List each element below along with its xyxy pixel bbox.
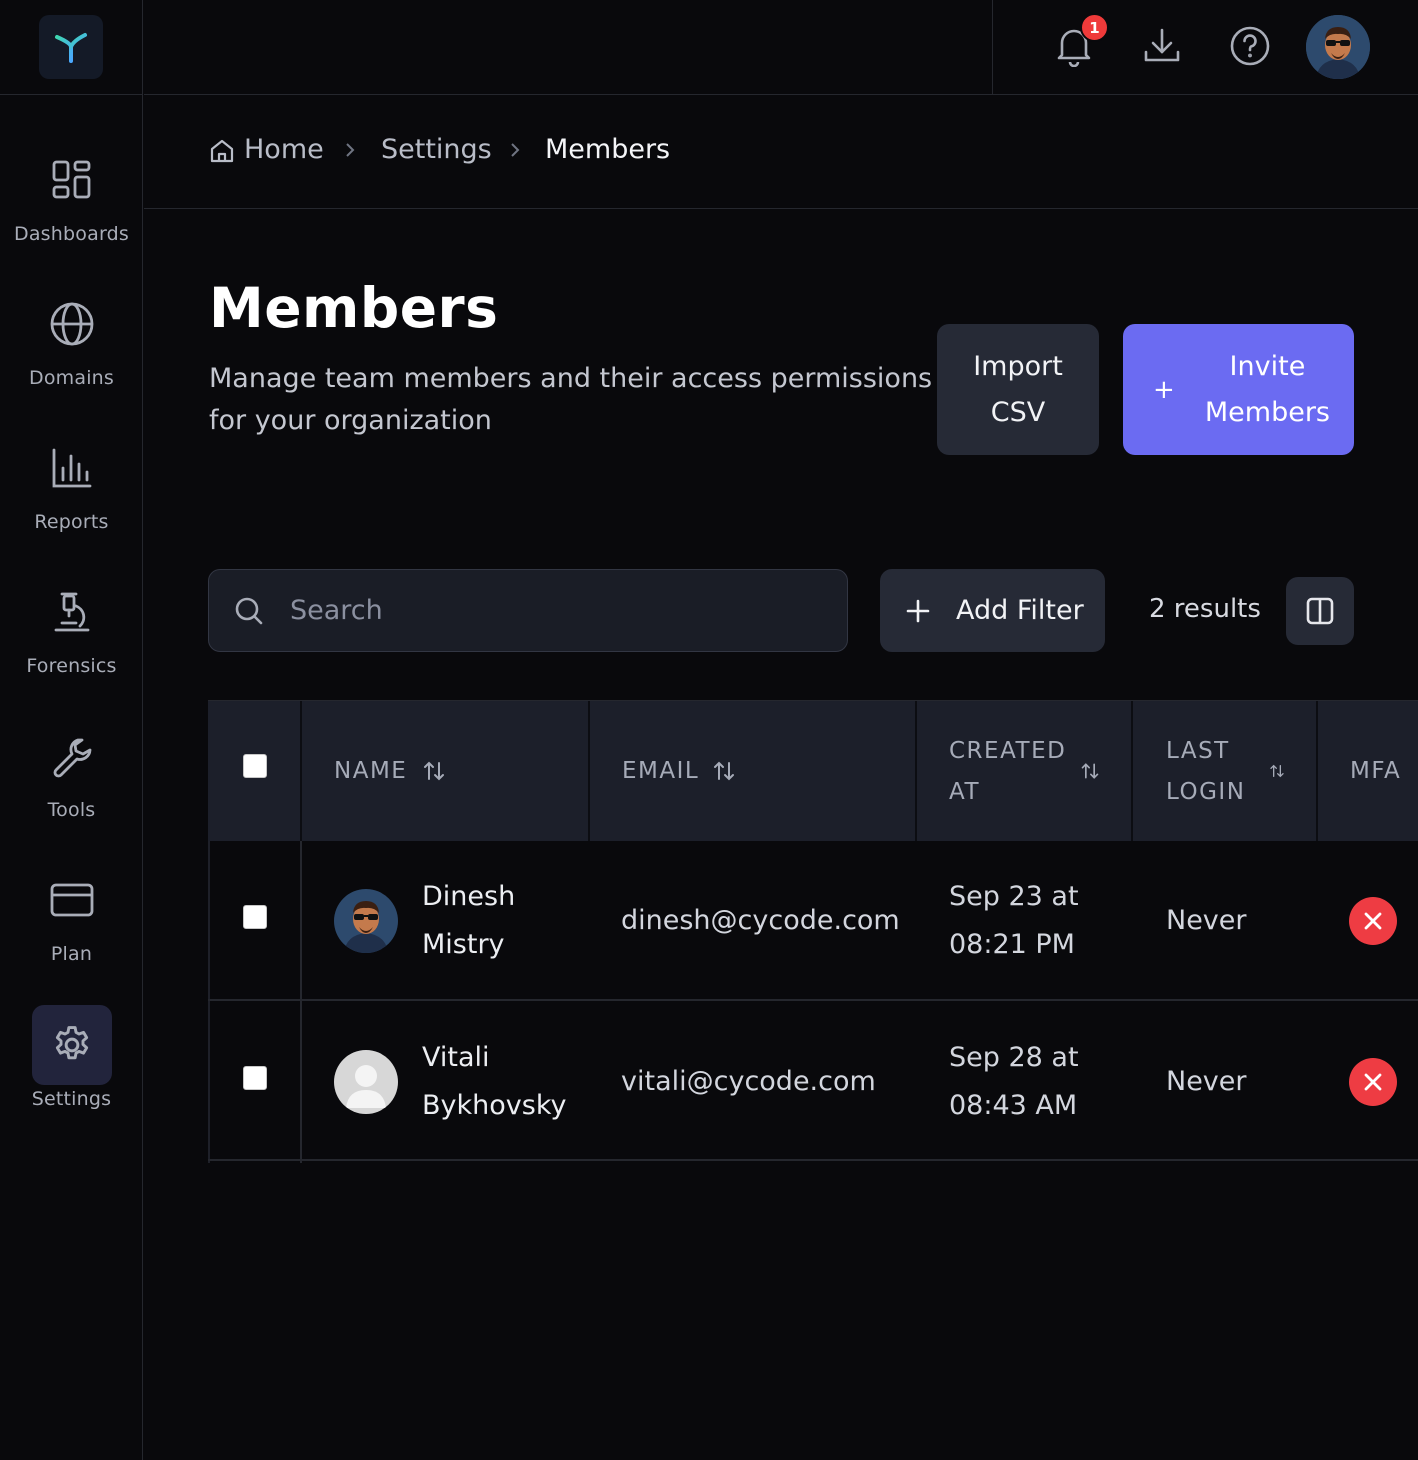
- column-divider: [300, 701, 302, 841]
- sidebar-item-label: Settings: [31, 1088, 112, 1110]
- sidebar-item-dashboards[interactable]: Dashboards: [0, 140, 143, 245]
- sort-icon[interactable]: [422, 759, 446, 783]
- invite-members-label: Invite Members: [1204, 350, 1331, 428]
- plus-icon: +: [1153, 374, 1175, 405]
- breadcrumb-current: Members: [545, 134, 671, 165]
- column-header-name[interactable]: NAME: [334, 751, 407, 792]
- sidebar-item-settings[interactable]: Settings: [0, 1005, 143, 1110]
- search-icon: [235, 597, 263, 624]
- gear-icon: [31, 1005, 112, 1085]
- plus-icon: [880, 599, 956, 623]
- member-email: vitali@cycode.com: [621, 1066, 876, 1097]
- breadcrumb-settings[interactable]: Settings: [381, 134, 492, 165]
- mfa-disabled-icon: [1349, 1058, 1397, 1106]
- search-input[interactable]: [290, 595, 810, 626]
- wrench-icon: [32, 716, 112, 796]
- sidebar-item-reports[interactable]: Reports: [0, 428, 143, 533]
- chevron-right-icon: [346, 143, 355, 157]
- avatar: [334, 889, 398, 953]
- select-all-checkbox[interactable]: [243, 754, 267, 778]
- sidebar-item-label: Tools: [47, 799, 96, 821]
- sort-icon[interactable]: [712, 759, 736, 783]
- column-divider: [1316, 701, 1318, 841]
- top-bar: [144, 0, 1418, 95]
- table-row[interactable]: Vitali Bykhovsky vitali@cycode.com Sep 2…: [208, 1001, 1418, 1161]
- sidebar-item-label: Plan: [50, 943, 93, 965]
- column-divider: [915, 701, 917, 841]
- column-header-email[interactable]: EMAIL: [622, 751, 699, 792]
- globe-icon: [32, 284, 112, 364]
- sidebar-item-label: Dashboards: [14, 223, 129, 245]
- import-csv-label: Import CSV: [973, 350, 1063, 428]
- logo-area: [0, 0, 142, 95]
- download-button[interactable]: [1140, 24, 1184, 68]
- mfa-disabled-icon: [1349, 897, 1397, 945]
- help-icon: [1230, 26, 1270, 66]
- sidebar-item-forensics[interactable]: Forensics: [0, 572, 143, 677]
- sidebar: Dashboards Domains Reports Forensics Too…: [0, 0, 143, 1460]
- page-description: Manage team members and their access per…: [209, 363, 933, 436]
- chevron-right-icon: [511, 143, 520, 157]
- member-last-login: Never: [1166, 905, 1247, 936]
- columns-icon: [1306, 597, 1334, 625]
- page-title: Members: [209, 276, 499, 340]
- avatar: [334, 1050, 398, 1114]
- column-header-last-login[interactable]: LAST LOGIN: [1166, 731, 1256, 813]
- column-header-created[interactable]: CREATED AT: [949, 731, 1069, 813]
- breadcrumb-home[interactable]: Home: [244, 134, 324, 165]
- member-name[interactable]: Dinesh Mistry: [422, 873, 572, 969]
- notification-badge: 1: [1080, 13, 1109, 42]
- search-box[interactable]: [208, 569, 848, 652]
- sidebar-item-label: Reports: [34, 511, 109, 533]
- dashboards-icon: [32, 140, 112, 220]
- bar-chart-icon: [32, 428, 112, 508]
- import-csv-button[interactable]: Import CSV: [937, 324, 1099, 455]
- columns-toggle-button[interactable]: [1286, 577, 1354, 645]
- topbar-divider: [992, 0, 993, 95]
- column-divider: [1131, 701, 1133, 841]
- sort-icon[interactable]: [1269, 763, 1285, 779]
- member-email: dinesh@cycode.com: [621, 905, 900, 936]
- sidebar-item-plan[interactable]: Plan: [0, 860, 143, 965]
- member-last-login: Never: [1166, 1066, 1247, 1097]
- sort-icon[interactable]: [1080, 761, 1100, 781]
- app-logo[interactable]: [39, 15, 103, 79]
- invite-members-button[interactable]: + Invite Members: [1123, 324, 1354, 455]
- sidebar-item-tools[interactable]: Tools: [0, 716, 143, 821]
- add-filter-button[interactable]: Add Filter: [880, 569, 1105, 652]
- member-created: Sep 28 at 08:43 AM: [949, 1042, 1079, 1121]
- table-row[interactable]: Dinesh Mistry dinesh@cycode.com Sep 23 a…: [208, 841, 1418, 1001]
- column-divider: [588, 701, 590, 841]
- column-header-mfa[interactable]: MFA: [1350, 751, 1401, 792]
- member-created: Sep 23 at 08:21 PM: [949, 881, 1079, 960]
- sidebar-item-label: Forensics: [26, 655, 117, 677]
- user-avatar[interactable]: [1306, 15, 1370, 79]
- credit-card-icon: [32, 860, 112, 940]
- row-checkbox[interactable]: [243, 905, 267, 929]
- sidebar-item-label: Domains: [28, 367, 115, 389]
- table-header: NAME EMAIL CREATED AT LAST LOGIN MFA: [208, 701, 1418, 841]
- row-checkbox[interactable]: [243, 1066, 267, 1090]
- members-table: NAME EMAIL CREATED AT LAST LOGIN MFA Din…: [208, 700, 1418, 1163]
- sidebar-item-domains[interactable]: Domains: [0, 284, 143, 389]
- results-count: 2 results: [1149, 594, 1261, 624]
- breadcrumb: Home Settings Members: [144, 96, 1418, 209]
- download-icon: [1144, 28, 1180, 62]
- add-filter-label: Add Filter: [956, 595, 1084, 626]
- member-name[interactable]: Vitali Bykhovsky: [422, 1034, 592, 1130]
- help-button[interactable]: [1228, 24, 1272, 68]
- home-icon: [210, 139, 234, 163]
- microscope-icon: [32, 572, 112, 652]
